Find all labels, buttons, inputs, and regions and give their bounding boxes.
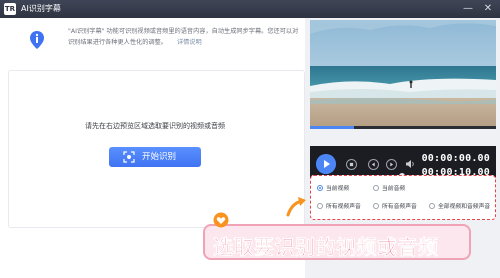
radio-all-video-audio[interactable] (429, 202, 435, 209)
option-label: 当前音频 (382, 186, 406, 192)
option-current-audio[interactable]: 当前音频 (373, 183, 405, 193)
banner-description: "AI识别字幕" 功能可识别视频或音频里的语音内容，自动生成同步字幕。您还可以对… (68, 26, 304, 48)
select-prompt: 请先在右边预览区域选取要识别的视频或音频 (85, 122, 225, 130)
option-label: 当前视频 (326, 186, 350, 192)
stop-icon[interactable] (346, 159, 357, 170)
option-label: 所有视频声音 (326, 204, 361, 210)
source-options: 当前视频 当前音频 所有视频声音 所有音频声音 全部视频和音频声音 (310, 175, 496, 220)
minimize-button[interactable]: — (461, 2, 475, 16)
start-recognition-button[interactable]: 开始识别 (109, 147, 201, 167)
previous-frame-icon[interactable] (368, 159, 379, 170)
heart-icon (213, 212, 229, 228)
info-icon (30, 31, 44, 49)
info-banner: "AI识别字幕" 功能可识别视频或音频里的语音内容，自动生成同步字幕。您还可以对… (8, 22, 305, 60)
play-button[interactable] (316, 154, 336, 174)
scan-icon (123, 151, 135, 163)
radio-all-video-sound[interactable] (317, 202, 323, 209)
close-button[interactable]: ✕ (481, 2, 495, 16)
current-time: 00:00:00.00 (421, 153, 490, 164)
caption-banner: 选取要识别的视频或音频 (203, 224, 471, 260)
banner-line-2: 识别结果进行各种更人性化的调整。 详情说明 (68, 37, 304, 48)
option-all-audio-sound[interactable]: 所有音频声音 (373, 201, 417, 211)
option-label: 所有音频声音 (382, 204, 417, 210)
banner-line-1: "AI识别字幕" 功能可识别视频或音频里的语音内容，自动生成同步字幕。您还可以对 (68, 28, 299, 35)
recognition-panel: 请先在右边预览区域选取要识别的视频或音频 开始识别 (8, 70, 305, 228)
option-all-video-audio[interactable]: 全部视频和音频声音 (429, 201, 490, 211)
start-button-label: 开始识别 (142, 152, 177, 162)
option-all-video-sound[interactable]: 所有视频声音 (317, 201, 361, 211)
details-link[interactable]: 详情说明 (177, 39, 202, 46)
option-label: 全部视频和音频声音 (438, 204, 491, 210)
window-title: AI识别字幕 (21, 4, 61, 13)
caption-text: 选取要识别的视频或音频 (213, 235, 439, 260)
title-bar: TR AI识别字幕 — ✕ (0, 0, 500, 18)
video-preview[interactable] (310, 20, 496, 129)
radio-all-audio-sound[interactable] (373, 202, 379, 209)
volume-icon[interactable] (406, 160, 416, 168)
pointer-arrow-icon (286, 197, 306, 217)
banner-line-2-text: 识别结果进行各种更人性化的调整。 (68, 39, 167, 46)
radio-current-audio[interactable] (373, 184, 379, 191)
option-current-video[interactable]: 当前视频 (317, 183, 349, 193)
next-frame-icon[interactable] (386, 159, 397, 170)
app-logo-icon: TR (4, 3, 16, 15)
radio-current-video[interactable] (317, 184, 323, 191)
